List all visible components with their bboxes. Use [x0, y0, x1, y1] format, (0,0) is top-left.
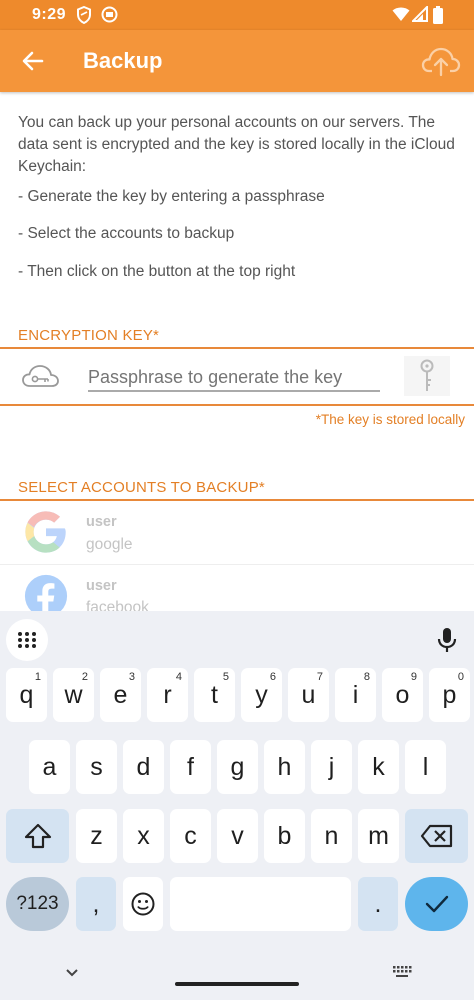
shift-icon	[24, 823, 51, 849]
account-user: user	[86, 514, 117, 530]
app-bar: Backup	[0, 30, 474, 92]
step-2: - Select the accounts to backup	[18, 225, 235, 242]
checkmark-icon	[425, 895, 448, 913]
key-k[interactable]: k	[358, 740, 399, 794]
voice-input-button[interactable]	[426, 619, 468, 661]
key-e[interactable]: e3	[100, 668, 141, 722]
key-label: u	[301, 681, 316, 709]
keyboard-apps-button[interactable]	[6, 619, 48, 661]
backspace-icon	[420, 824, 452, 848]
key-label: t	[211, 681, 218, 709]
home-indicator[interactable]	[175, 982, 299, 986]
space-key[interactable]	[170, 877, 351, 931]
google-logo-icon	[25, 511, 66, 553]
passphrase-input[interactable]	[88, 364, 380, 392]
key-u[interactable]: u7	[288, 668, 329, 722]
key-hint: 2	[81, 671, 88, 683]
key-label: i	[352, 681, 359, 709]
key-hint: 8	[363, 671, 370, 683]
microphone-icon	[437, 628, 457, 652]
emoji-icon	[131, 892, 155, 916]
step-3: - Then click on the button at the top ri…	[18, 263, 296, 280]
key-label: y	[255, 681, 268, 709]
generate-key-button[interactable]	[404, 356, 450, 396]
key-b[interactable]: b	[264, 809, 305, 863]
key-label: r	[163, 681, 172, 709]
shift-key[interactable]	[6, 809, 69, 863]
key-r[interactable]: r4	[147, 668, 188, 722]
key-hint: 0	[457, 671, 464, 683]
key-hint: 6	[269, 671, 276, 683]
key-d[interactable]: d	[123, 740, 164, 794]
key-v[interactable]: v	[217, 809, 258, 863]
key-a[interactable]: a	[29, 740, 70, 794]
soft-keyboard: q1w2e3r4t5y6u7i8o9p0 asdfghjkl zxcvbnm ?…	[0, 611, 474, 1000]
navigation-bar	[0, 951, 474, 1000]
key-f[interactable]: f	[170, 740, 211, 794]
key-label: w	[64, 681, 83, 709]
divider	[0, 564, 474, 565]
key-x[interactable]: x	[123, 809, 164, 863]
symbols-key[interactable]: ?123	[6, 877, 69, 931]
key-hint: 4	[175, 671, 182, 683]
key-hint: 7	[316, 671, 323, 683]
key-i[interactable]: i8	[335, 668, 376, 722]
backspace-key[interactable]	[405, 809, 468, 863]
encryption-key-header: ENCRYPTION KEY*	[18, 327, 160, 344]
key-j[interactable]: j	[311, 740, 352, 794]
key-o[interactable]: o9	[382, 668, 423, 722]
shield-icon	[77, 6, 91, 24]
key-hint: 9	[410, 671, 417, 683]
key-icon	[420, 359, 434, 391]
key-s[interactable]: s	[76, 740, 117, 794]
key-c[interactable]: c	[170, 809, 211, 863]
key-q[interactable]: q1	[6, 668, 47, 722]
divider	[0, 404, 474, 406]
signal-icon	[412, 6, 428, 22]
emoji-key[interactable]	[123, 877, 163, 931]
battery-icon	[433, 6, 443, 24]
step-1: - Generate the key by entering a passphr…	[18, 188, 325, 205]
chevron-down-icon[interactable]	[64, 967, 80, 979]
status-time: 9:29	[32, 6, 67, 23]
keyboard-toolbar	[0, 611, 474, 663]
intro-paragraph: You can back up your personal accounts o…	[18, 114, 455, 175]
key-hint: 3	[128, 671, 135, 683]
account-user: user	[86, 578, 117, 594]
keyboard-switch-icon[interactable]	[392, 965, 412, 979]
key-label: p	[442, 681, 457, 709]
period-key[interactable]: .	[358, 877, 398, 931]
key-z[interactable]: z	[76, 809, 117, 863]
key-hint: 1	[34, 671, 41, 683]
page-title: Backup	[83, 48, 163, 73]
key-m[interactable]: m	[358, 809, 399, 863]
status-bar: 9:29	[0, 0, 474, 30]
key-p[interactable]: p0	[429, 668, 470, 722]
key-l[interactable]: l	[405, 740, 446, 794]
divider	[0, 499, 474, 501]
key-stored-note: *The key is stored locally	[315, 412, 465, 427]
account-service: google	[86, 536, 133, 553]
key-label: e	[113, 681, 128, 709]
select-accounts-header: SELECT ACCOUNTS TO BACKUP*	[18, 479, 265, 496]
wifi-icon	[392, 7, 410, 21]
cloud-upload-icon[interactable]	[421, 44, 461, 78]
key-label: o	[395, 681, 410, 709]
key-h[interactable]: h	[264, 740, 305, 794]
app-badge-icon	[101, 6, 118, 23]
key-label: q	[19, 681, 34, 709]
grid-icon	[18, 632, 36, 648]
cloud-key-icon	[22, 365, 59, 387]
enter-key[interactable]	[405, 877, 468, 931]
key-y[interactable]: y6	[241, 668, 282, 722]
key-g[interactable]: g	[217, 740, 258, 794]
key-n[interactable]: n	[311, 809, 352, 863]
comma-key[interactable]: ,	[76, 877, 116, 931]
key-hint: 5	[222, 671, 229, 683]
key-t[interactable]: t5	[194, 668, 235, 722]
intro-text: You can back up your personal accounts o…	[18, 112, 458, 178]
arrow-left-icon[interactable]	[18, 46, 48, 76]
divider	[0, 347, 474, 349]
key-w[interactable]: w2	[53, 668, 94, 722]
